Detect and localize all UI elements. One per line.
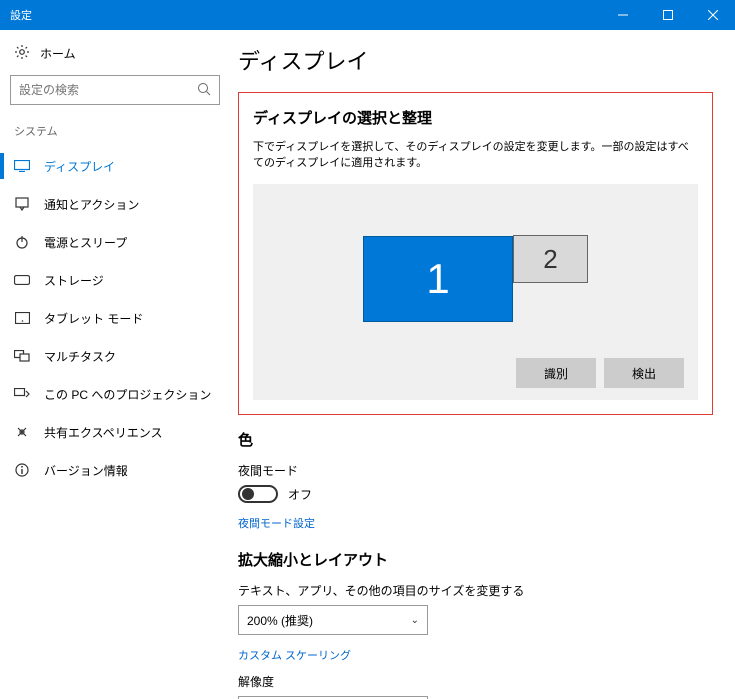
multitask-icon <box>14 348 30 364</box>
resolution-label: 解像度 <box>238 673 713 690</box>
nav-tablet[interactable]: タブレット モード <box>0 299 230 337</box>
display-2[interactable]: 2 <box>513 235 588 283</box>
nav-label: ディスプレイ <box>44 158 115 175</box>
gear-icon <box>14 44 30 63</box>
display-select-section: ディスプレイの選択と整理 下でディスプレイを選択して、そのディスプレイの設定を変… <box>238 92 713 415</box>
night-mode-toggle[interactable] <box>238 485 278 503</box>
scale-heading: 拡大縮小とレイアウト <box>238 549 713 570</box>
nav-label: ストレージ <box>44 272 104 289</box>
sidebar: ホーム システム ディスプレイ 通知とアクション 電源とスリープ ストレージ タ… <box>0 30 230 699</box>
scale-select[interactable]: 200% (推奨) ⌄ <box>238 605 428 635</box>
night-mode-label: 夜間モード <box>238 462 713 479</box>
notification-icon <box>14 196 30 212</box>
tablet-icon <box>14 310 30 326</box>
search-input[interactable] <box>19 83 197 97</box>
power-icon <box>14 234 30 250</box>
nav-notifications[interactable]: 通知とアクション <box>0 185 230 223</box>
display-icon <box>14 158 30 174</box>
color-heading: 色 <box>238 429 713 450</box>
detect-button[interactable]: 検出 <box>604 358 684 388</box>
display-1[interactable]: 1 <box>363 236 513 322</box>
nav-label: 共有エクスペリエンス <box>44 424 163 441</box>
select-description: 下でディスプレイを選択して、そのディスプレイの設定を変更します。一部の設定はすべ… <box>253 138 698 170</box>
nav-projection[interactable]: この PC へのプロジェクション <box>0 375 230 413</box>
scale-label: テキスト、アプリ、その他の項目のサイズを変更する <box>238 582 713 599</box>
display-arrangement-area[interactable]: 1 2 識別 検出 <box>253 184 698 400</box>
nav-display[interactable]: ディスプレイ <box>0 147 230 185</box>
nav-power[interactable]: 電源とスリープ <box>0 223 230 261</box>
identify-button[interactable]: 識別 <box>516 358 596 388</box>
share-icon <box>14 424 30 440</box>
nav-label: この PC へのプロジェクション <box>44 386 211 403</box>
section-label: システム <box>0 123 230 147</box>
content-area: ディスプレイ ディスプレイの選択と整理 下でディスプレイを選択して、そのディスプ… <box>230 30 735 699</box>
nav-about[interactable]: バージョン情報 <box>0 451 230 489</box>
night-mode-settings-link[interactable]: 夜間モード設定 <box>238 515 315 531</box>
home-label: ホーム <box>40 45 76 62</box>
nav-storage[interactable]: ストレージ <box>0 261 230 299</box>
chevron-down-icon: ⌄ <box>411 615 419 626</box>
titlebar: 設定 <box>0 0 735 30</box>
close-button[interactable] <box>690 0 735 30</box>
nav-multitask[interactable]: マルチタスク <box>0 337 230 375</box>
nav-label: タブレット モード <box>44 310 143 327</box>
minimize-button[interactable] <box>600 0 645 30</box>
nav-shared[interactable]: 共有エクスペリエンス <box>0 413 230 451</box>
nav-label: 通知とアクション <box>44 196 139 213</box>
storage-icon <box>14 272 30 288</box>
window-title: 設定 <box>10 7 32 23</box>
nav-label: 電源とスリープ <box>44 234 127 251</box>
custom-scaling-link[interactable]: カスタム スケーリング <box>238 647 351 663</box>
select-heading: ディスプレイの選択と整理 <box>253 107 698 128</box>
settings-search[interactable] <box>10 75 220 105</box>
night-mode-state: オフ <box>288 486 312 503</box>
nav-label: マルチタスク <box>44 348 116 365</box>
page-title: ディスプレイ <box>238 44 713 76</box>
search-icon <box>197 82 211 99</box>
home-button[interactable]: ホーム <box>0 44 230 75</box>
maximize-button[interactable] <box>645 0 690 30</box>
scale-value: 200% (推奨) <box>247 612 313 629</box>
nav-label: バージョン情報 <box>44 462 128 479</box>
info-icon <box>14 462 30 478</box>
projection-icon <box>14 386 30 402</box>
